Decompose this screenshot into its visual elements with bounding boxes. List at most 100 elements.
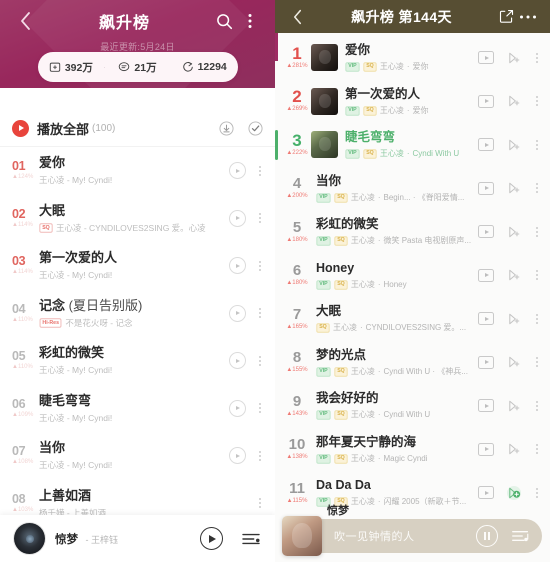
stat-comment[interactable]: 21万 xyxy=(104,60,171,75)
add-to-playlist-icon[interactable] xyxy=(507,442,521,456)
stat-share[interactable]: 12294 xyxy=(171,61,238,73)
row-more-icon[interactable] xyxy=(257,163,263,179)
song-artist-album: VIP SQ 王心凌 · 爱你 xyxy=(345,105,472,116)
row-more-icon[interactable] xyxy=(257,495,263,511)
mv-play-icon[interactable] xyxy=(229,304,246,322)
mv-play-icon[interactable] xyxy=(229,352,246,370)
quality-badge: SQ xyxy=(39,223,53,233)
add-to-playlist-icon[interactable] xyxy=(507,312,521,326)
trend-percent: ▲180% xyxy=(286,236,308,243)
right-song-row[interactable]: 10 ▲138% 那年夏天宁静的海 VIP SQ 王心凌 · Magic Cyndi xyxy=(275,428,550,472)
mv-play-icon[interactable] xyxy=(478,138,494,152)
right-song-row[interactable]: 6 ▲180% Honey VIP SQ 王心凌 · Honey xyxy=(275,254,550,298)
back-icon[interactable] xyxy=(12,8,38,34)
right-song-row[interactable]: 8 ▲155% 梦的光点 VIP SQ 王心凌 · Cyndi With U · 《神兵... xyxy=(275,341,550,385)
share-external-icon[interactable] xyxy=(495,6,517,28)
download-icon[interactable] xyxy=(219,120,234,136)
add-to-playlist-icon[interactable] xyxy=(507,355,521,369)
row-more-icon[interactable] xyxy=(534,485,540,501)
artist-label: 王心凌 xyxy=(350,410,375,420)
ellipsis-icon[interactable] xyxy=(517,6,539,28)
add-to-playlist-icon[interactable] xyxy=(507,181,521,195)
artist-label: 王心凌 - CYNDILOVES2SING 爱。心凌 xyxy=(55,222,206,233)
mv-play-icon[interactable] xyxy=(478,486,494,500)
left-song-row[interactable]: 05 ▲110% 彩虹的微笑 王心凌 - My! Cyndi! xyxy=(0,337,275,385)
row-more-icon[interactable] xyxy=(534,354,540,370)
right-song-row[interactable]: 4 ▲200% 当你 VIP SQ 王心凌 · Begin... · 《脊阳爱情... xyxy=(275,167,550,211)
mv-play-icon[interactable] xyxy=(478,355,494,369)
stat-collect[interactable]: 392万 xyxy=(38,60,105,75)
search-icon[interactable] xyxy=(211,8,237,34)
song-info: 彩虹的微笑 王心凌 - My! Cyndi! xyxy=(39,345,223,376)
vip-badge: VIP xyxy=(316,453,331,463)
row-more-icon[interactable] xyxy=(534,137,540,153)
right-mini-player[interactable]: 吹一见钟情的人 xyxy=(275,516,550,556)
add-to-playlist-icon[interactable] xyxy=(507,485,521,500)
row-more-icon[interactable] xyxy=(534,224,540,240)
pause-icon[interactable] xyxy=(476,525,498,547)
row-more-icon[interactable] xyxy=(534,180,540,196)
left-mini-player[interactable]: 惊梦 - 王梓钰 xyxy=(0,515,275,562)
row-more-icon[interactable] xyxy=(534,311,540,327)
add-to-playlist-icon[interactable] xyxy=(507,268,521,282)
multi-select-icon[interactable] xyxy=(248,120,263,136)
add-to-playlist-icon[interactable] xyxy=(507,51,521,65)
left-song-row[interactable]: 01 ▲124% 爱你 王心凌 - My! Cyndi! xyxy=(0,147,275,195)
mv-play-icon[interactable] xyxy=(478,312,494,326)
right-song-row[interactable]: 3 ▲222% 睫毛弯弯 VIP SQ 王心凌 · Cyndi With U xyxy=(275,123,550,167)
right-song-row[interactable]: 11 ▲115% Da Da Da VIP SQ 王心凌 · 闪耀 2005（新歌＋节... xyxy=(275,471,550,515)
mv-play-icon[interactable] xyxy=(229,257,246,275)
row-more-icon[interactable] xyxy=(534,50,540,66)
left-song-row[interactable]: 03 ▲114% 第一次爱的人 王心凌 - My! Cyndi! xyxy=(0,242,275,290)
play-icon[interactable] xyxy=(12,119,29,137)
row-actions xyxy=(229,209,263,227)
row-more-icon[interactable] xyxy=(534,267,540,283)
separator: · xyxy=(406,62,410,72)
right-song-row[interactable]: 9 ▲143% 我会好好的 VIP SQ 王心凌 · Cyndi With U xyxy=(275,384,550,428)
right-song-row[interactable]: 1 ▲281% 爱你 VIP SQ 王心凌 · 爱你 xyxy=(275,36,550,80)
left-song-row[interactable]: 04 ▲110% 记念 (夏日告别版) Hi-Res 不是花火呀 - 记念 xyxy=(0,290,275,338)
right-song-row[interactable]: 2 ▲269% 第一次爱的人 VIP SQ 王心凌 · 爱你 xyxy=(275,80,550,124)
song-artist-album: VIP SQ 王心凌 · Begin... · 《脊阳爱情... xyxy=(316,192,472,203)
left-song-row[interactable]: 06 ▲109% 睫毛弯弯 王心凌 - My! Cyndi! xyxy=(0,385,275,433)
left-song-row[interactable]: 02 ▲114% 大眠 SQ 王心凌 - CYNDILOVES2SING 爱。心凌 xyxy=(0,195,275,243)
row-more-icon[interactable] xyxy=(534,93,540,109)
right-song-row[interactable]: 7 ▲165% 大眠 SQ 王心凌 · CYNDILOVES2SING 爱。... xyxy=(275,297,550,341)
mv-play-icon[interactable] xyxy=(478,399,494,413)
play-icon[interactable] xyxy=(200,527,223,550)
rank-block: 01 ▲124% xyxy=(12,160,34,181)
right-song-row[interactable]: 5 ▲180% 彩虹的微笑 VIP SQ 王心凌 · 微笑 Pasta 电视剧原声... xyxy=(275,210,550,254)
mv-play-icon[interactable] xyxy=(478,225,494,239)
row-actions xyxy=(478,267,540,283)
playlist-icon[interactable] xyxy=(511,528,530,544)
play-all-bar[interactable]: 播放全部 (100) xyxy=(0,110,275,147)
mv-play-icon[interactable] xyxy=(229,209,246,227)
row-more-icon[interactable] xyxy=(257,305,263,321)
mv-play-icon[interactable] xyxy=(229,399,246,417)
mv-play-icon[interactable] xyxy=(229,162,246,180)
song-info: 爱你 王心凌 - My! Cyndi! xyxy=(39,155,223,186)
row-more-icon[interactable] xyxy=(534,441,540,457)
row-more-icon[interactable] xyxy=(257,448,263,464)
mv-play-icon[interactable] xyxy=(478,442,494,456)
row-more-icon[interactable] xyxy=(534,398,540,414)
mv-play-icon[interactable] xyxy=(478,268,494,282)
row-more-icon[interactable] xyxy=(257,210,263,226)
row-more-icon[interactable] xyxy=(257,353,263,369)
vip-badge: VIP xyxy=(316,279,331,289)
mv-play-icon[interactable] xyxy=(478,181,494,195)
mv-play-icon[interactable] xyxy=(478,51,494,65)
add-to-playlist-icon[interactable] xyxy=(507,94,521,108)
add-to-playlist-icon[interactable] xyxy=(507,399,521,413)
add-to-playlist-icon[interactable] xyxy=(507,138,521,152)
kebab-menu-icon[interactable] xyxy=(237,8,263,34)
add-to-playlist-icon[interactable] xyxy=(507,225,521,239)
row-more-icon[interactable] xyxy=(257,258,263,274)
back-icon[interactable] xyxy=(286,6,308,28)
row-actions xyxy=(229,447,263,465)
playlist-icon[interactable] xyxy=(241,531,261,547)
mv-play-icon[interactable] xyxy=(478,94,494,108)
mv-play-icon[interactable] xyxy=(229,447,246,465)
row-more-icon[interactable] xyxy=(257,400,263,416)
left-song-row[interactable]: 07 ▲108% 当你 王心凌 - My! Cyndi! xyxy=(0,432,275,480)
